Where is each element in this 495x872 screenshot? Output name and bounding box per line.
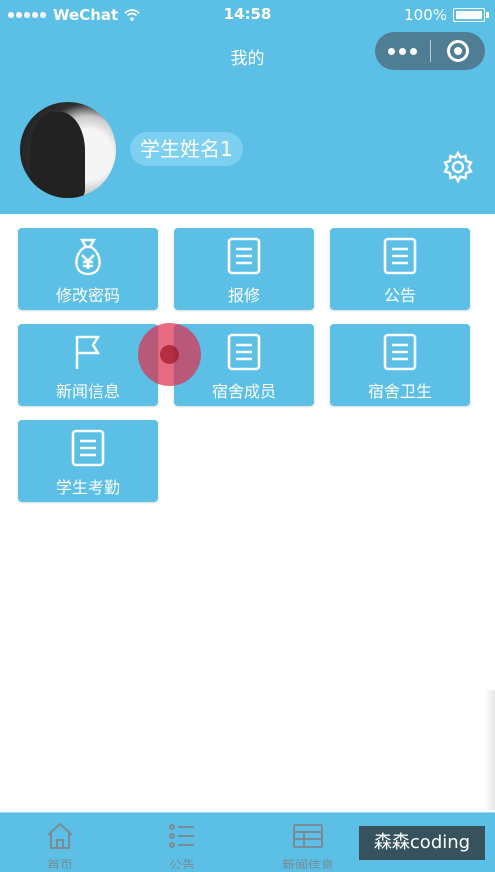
status-bar: WeChat 14:58 100% — [0, 0, 495, 30]
more-menu-button[interactable] — [375, 47, 430, 55]
settings-gear-icon[interactable] — [441, 150, 475, 184]
document-icon — [383, 237, 417, 275]
tile-label: 报修 — [227, 286, 260, 305]
tab-label: 公告 — [168, 859, 195, 869]
battery-icon — [453, 8, 489, 22]
tile-label: 学生考勤 — [55, 478, 120, 497]
tile-change-password[interactable]: 修改密码 — [18, 228, 158, 310]
tile-label: 公告 — [383, 286, 416, 305]
user-name: 学生姓名1 — [130, 132, 243, 166]
document-icon — [383, 333, 417, 371]
tab-home[interactable]: 首页 — [10, 819, 110, 869]
tile-news[interactable]: 新闻信息 — [18, 324, 158, 406]
news-icon — [293, 824, 323, 848]
tab-news[interactable]: 新闻信息 — [258, 819, 358, 869]
tile-label: 宿舍卫生 — [367, 382, 432, 401]
close-mini-program-button[interactable] — [430, 40, 485, 62]
flag-icon — [75, 335, 101, 369]
money-bag-icon — [75, 238, 101, 276]
avatar[interactable] — [20, 102, 116, 198]
tile-label: 修改密码 — [55, 286, 120, 305]
tile-label: 新闻信息 — [55, 382, 120, 401]
list-icon — [169, 824, 194, 848]
tab-announcement[interactable]: 公告 — [132, 819, 232, 869]
document-icon — [71, 429, 105, 467]
document-icon — [227, 333, 261, 371]
tab-label: 首页 — [46, 859, 73, 869]
battery-area: 100% — [404, 6, 489, 24]
watermark: 森森coding — [359, 826, 485, 860]
document-icon — [227, 237, 261, 275]
battery-percent: 100% — [404, 6, 447, 24]
tile-dorm-hygiene[interactable]: 宿舍卫生 — [330, 324, 470, 406]
profile-header: 学生姓名1 — [0, 82, 495, 214]
nav-bar: 我的 — [0, 30, 495, 82]
target-icon — [446, 40, 469, 62]
tile-announcement[interactable]: 公告 — [330, 228, 470, 310]
touch-indicator — [138, 323, 201, 386]
tab-label: 新闻信息 — [281, 859, 334, 869]
scroll-edge — [485, 690, 495, 810]
tile-label: 宿舍成员 — [211, 382, 276, 401]
tile-repair[interactable]: 报修 — [174, 228, 314, 310]
home-icon — [47, 822, 73, 849]
mini-program-capsule — [375, 32, 485, 70]
tile-attendance[interactable]: 学生考勤 — [18, 420, 158, 502]
